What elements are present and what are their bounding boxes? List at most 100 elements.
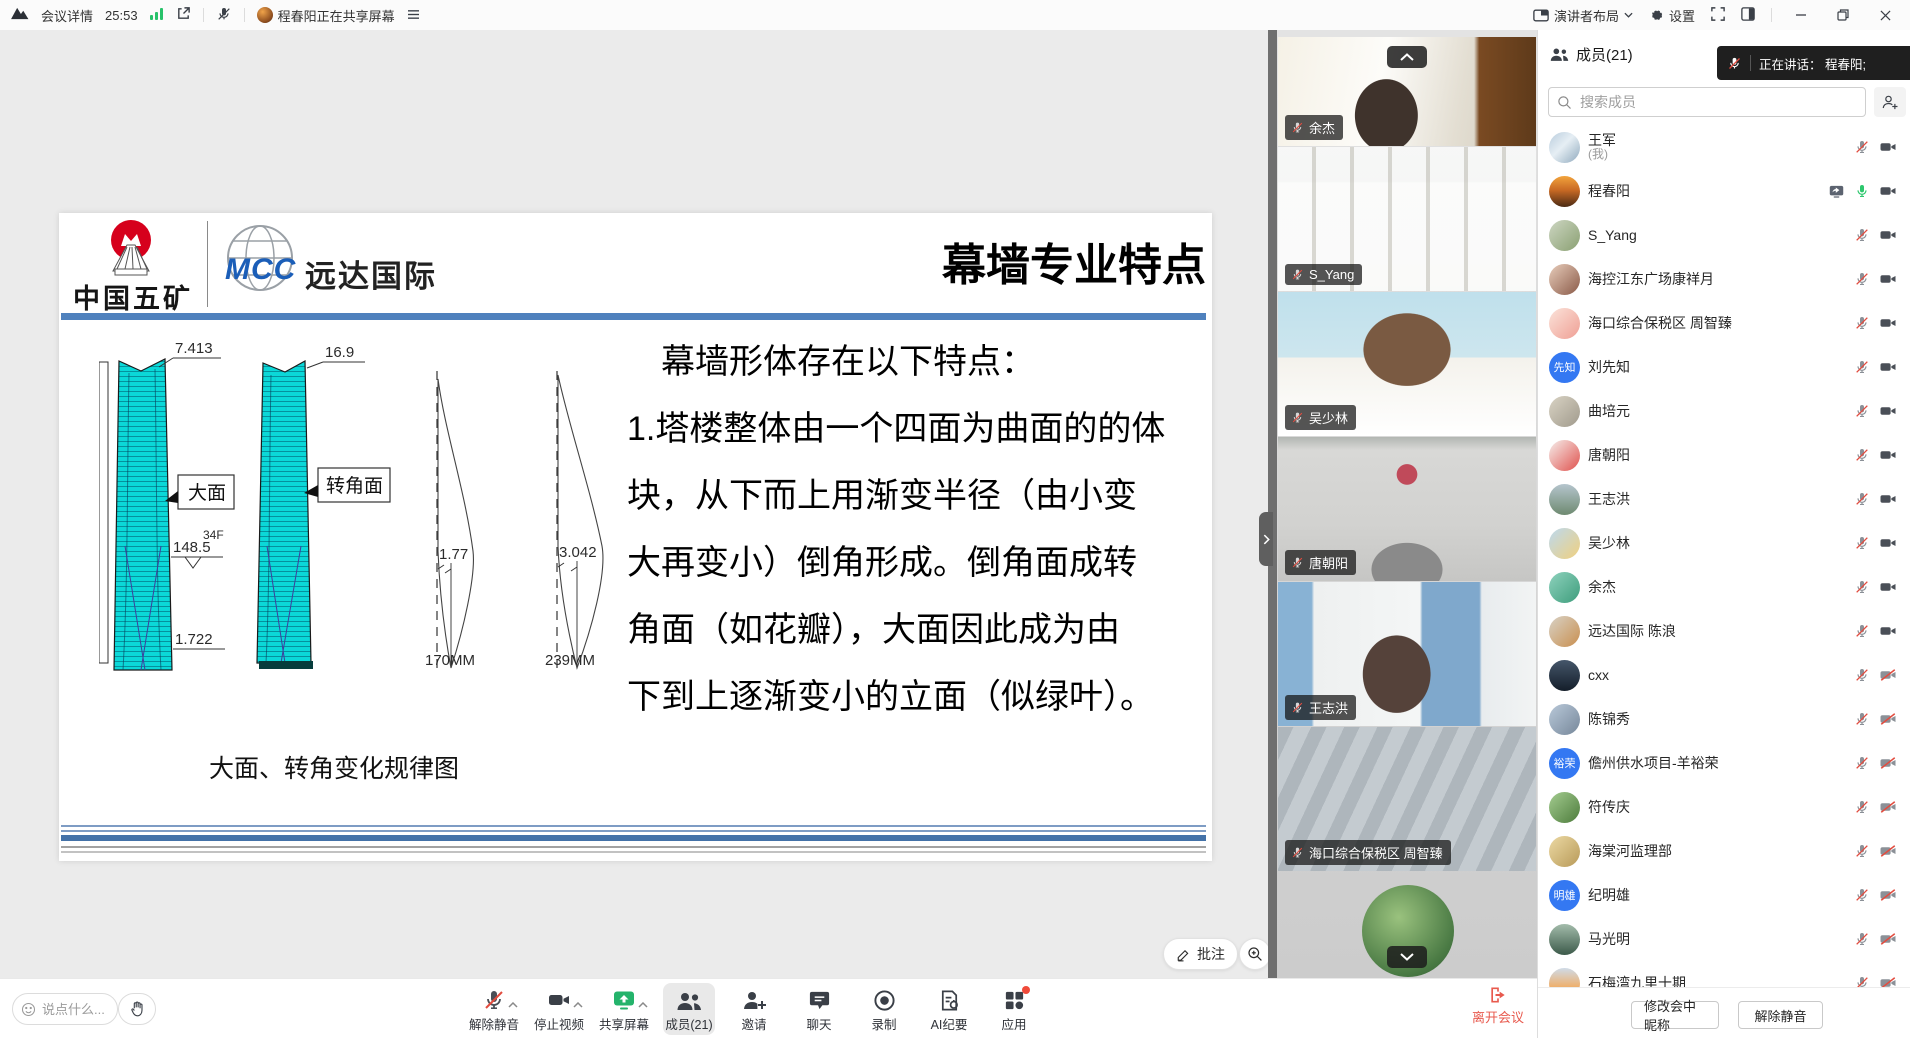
member-row[interactable]: 石梅湾九里十期 (1538, 961, 1910, 987)
svg-text:1.722: 1.722 (175, 631, 213, 648)
video-thumbnail[interactable]: 海口综合保税区 周智臻 (1278, 727, 1536, 871)
toolbar-button-share-screen[interactable]: 共享屏幕 (598, 983, 650, 1035)
member-row[interactable]: 马光明 (1538, 917, 1910, 961)
toolbar-button-members[interactable]: 成员(21) (663, 983, 715, 1035)
video-thumbnail[interactable]: 唐朝阳 (1278, 437, 1536, 581)
scroll-up-button[interactable] (1387, 46, 1427, 68)
member-name: 王志洪 (1588, 491, 1630, 507)
avatar (1549, 264, 1580, 295)
member-row[interactable]: 海口综合保税区 周智臻 (1538, 301, 1910, 345)
toolbar-button-chat[interactable]: 聊天 (793, 983, 845, 1035)
camera-on-icon (1879, 534, 1897, 552)
toolbar-buttons: 解除静音 停止视频 共享屏幕 成员(21) 邀请 聊天 录制 AI纪要 应用 (468, 981, 1040, 1037)
member-row[interactable]: 裕荣儋州供水项目-羊裕荣 (1538, 741, 1910, 785)
toolbar-button-mic-muted[interactable]: 解除静音 (468, 983, 520, 1035)
chevron-up-small-icon (638, 1002, 648, 1008)
participant-name: S_Yang (1309, 267, 1354, 282)
member-name: 程春阳 (1588, 183, 1630, 199)
slide-footer-rules (61, 825, 1206, 853)
member-name: 儋州供水项目-羊裕荣 (1588, 755, 1719, 771)
member-row[interactable]: S_Yang (1538, 213, 1910, 257)
avatar (1549, 220, 1580, 251)
chevron-up-icon (1400, 53, 1414, 61)
member-row[interactable]: 余杰 (1538, 565, 1910, 609)
toolbar-button-label: 共享屏幕 (599, 1014, 649, 1033)
title-rule (61, 313, 1206, 320)
camera-off-icon (1879, 754, 1897, 772)
members-icon (1550, 47, 1569, 62)
avatar (1549, 132, 1580, 163)
annotate-button[interactable]: 批注 (1163, 938, 1238, 970)
mic-muted-icon (1291, 556, 1304, 569)
speaking-indicator-toast: 正在讲话： 程春阳; (1717, 46, 1910, 80)
member-row[interactable]: 符传庆 (1538, 785, 1910, 829)
toolbar-button-record[interactable]: 录制 (858, 983, 910, 1035)
raise-hand-button[interactable] (118, 993, 156, 1025)
toolbar-button-invite[interactable]: 邀请 (728, 983, 780, 1035)
panel-footer-divider (1538, 987, 1910, 988)
chevron-up-small-icon (508, 1002, 518, 1008)
unmute-button[interactable]: 解除静音 (1738, 1001, 1823, 1029)
member-row[interactable]: 先知刘先知 (1538, 345, 1910, 389)
add-member-button[interactable] (1874, 87, 1906, 117)
avatar: 裕荣 (1549, 748, 1580, 779)
toolbar-button-camera[interactable]: 停止视频 (533, 983, 585, 1035)
stage-divider-rail[interactable] (1268, 30, 1277, 978)
members-icon (676, 990, 702, 1012)
hand-icon (130, 1001, 145, 1017)
shared-screen-stage: 中国五矿 MCC 远达国际 幕墙专业特点 (0, 30, 1268, 978)
member-row[interactable]: 吴少林 (1538, 521, 1910, 565)
member-name: 石梅湾九里十期 (1588, 975, 1686, 987)
member-search-input[interactable] (1578, 93, 1865, 111)
layout-switcher[interactable]: 演讲者布局 (1533, 6, 1633, 25)
rename-button[interactable]: 修改会中昵称 (1631, 1001, 1719, 1029)
mic-muted-icon (1854, 887, 1870, 903)
member-search[interactable] (1548, 87, 1866, 117)
open-external-icon[interactable] (176, 6, 191, 24)
top-bar: 会议详情 25:53 程春阳正在共享屏幕 (0, 0, 1910, 31)
sharer-avatar (257, 7, 273, 23)
video-thumbnail[interactable]: S_Yang (1278, 147, 1536, 291)
member-row[interactable]: 程春阳 (1538, 169, 1910, 213)
ai-notes-icon (938, 989, 961, 1012)
member-row[interactable]: 明雄纪明雄 (1538, 873, 1910, 917)
avatar (1549, 440, 1580, 471)
presentation-slide: 中国五矿 MCC 远达国际 幕墙专业特点 (59, 213, 1212, 861)
mic-muted-icon (1854, 975, 1870, 987)
member-row[interactable]: 王军(我) (1538, 125, 1910, 169)
leave-meeting-button[interactable]: 离开会议 (1458, 985, 1538, 1026)
member-row[interactable]: 唐朝阳 (1538, 433, 1910, 477)
member-row[interactable]: 陈锦秀 (1538, 697, 1910, 741)
camera-on-icon (1879, 490, 1897, 508)
member-row[interactable]: 海棠河监理部 (1538, 829, 1910, 873)
meeting-details-button[interactable]: 会议详情 (41, 6, 93, 25)
minimize-button[interactable] (1788, 0, 1814, 30)
fullscreen-icon[interactable] (1711, 7, 1725, 24)
avatar: 明雄 (1549, 880, 1580, 911)
toolbar-button-apps[interactable]: 应用 (988, 983, 1040, 1035)
collapse-thumbnails-handle[interactable] (1259, 512, 1273, 566)
toolbar-button-ai-notes[interactable]: AI纪要 (923, 983, 975, 1035)
member-row[interactable]: cxx (1538, 653, 1910, 697)
scroll-down-button[interactable] (1387, 946, 1427, 968)
restore-button[interactable] (1830, 0, 1856, 30)
zoom-in-button[interactable] (1239, 938, 1271, 970)
avatar (1549, 924, 1580, 955)
member-row[interactable]: 海控江东广场康祥月 (1538, 257, 1910, 301)
member-name: 海控江东广场康祥月 (1588, 271, 1714, 287)
member-row[interactable]: 王志洪 (1538, 477, 1910, 521)
settings-button[interactable]: 设置 (1649, 6, 1695, 25)
member-row[interactable]: 曲培元 (1538, 389, 1910, 433)
close-button[interactable] (1872, 0, 1898, 30)
sharing-menu-icon[interactable] (407, 8, 420, 23)
member-row[interactable]: 远达国际 陈浪 (1538, 609, 1910, 653)
leave-label: 离开会议 (1472, 1007, 1524, 1026)
quick-chat-input[interactable] (40, 1001, 106, 1018)
mcc-logo-text: MCC (225, 253, 296, 287)
side-panel-toggle-icon[interactable] (1741, 7, 1755, 24)
video-thumbnail[interactable]: 王志洪 (1278, 582, 1536, 726)
audio-muted-indicator-icon[interactable] (216, 6, 232, 25)
video-thumbnail[interactable]: 吴少林 (1278, 292, 1536, 436)
quick-chat-box[interactable] (12, 993, 118, 1025)
thumbnail-name-tag: 唐朝阳 (1285, 550, 1356, 575)
